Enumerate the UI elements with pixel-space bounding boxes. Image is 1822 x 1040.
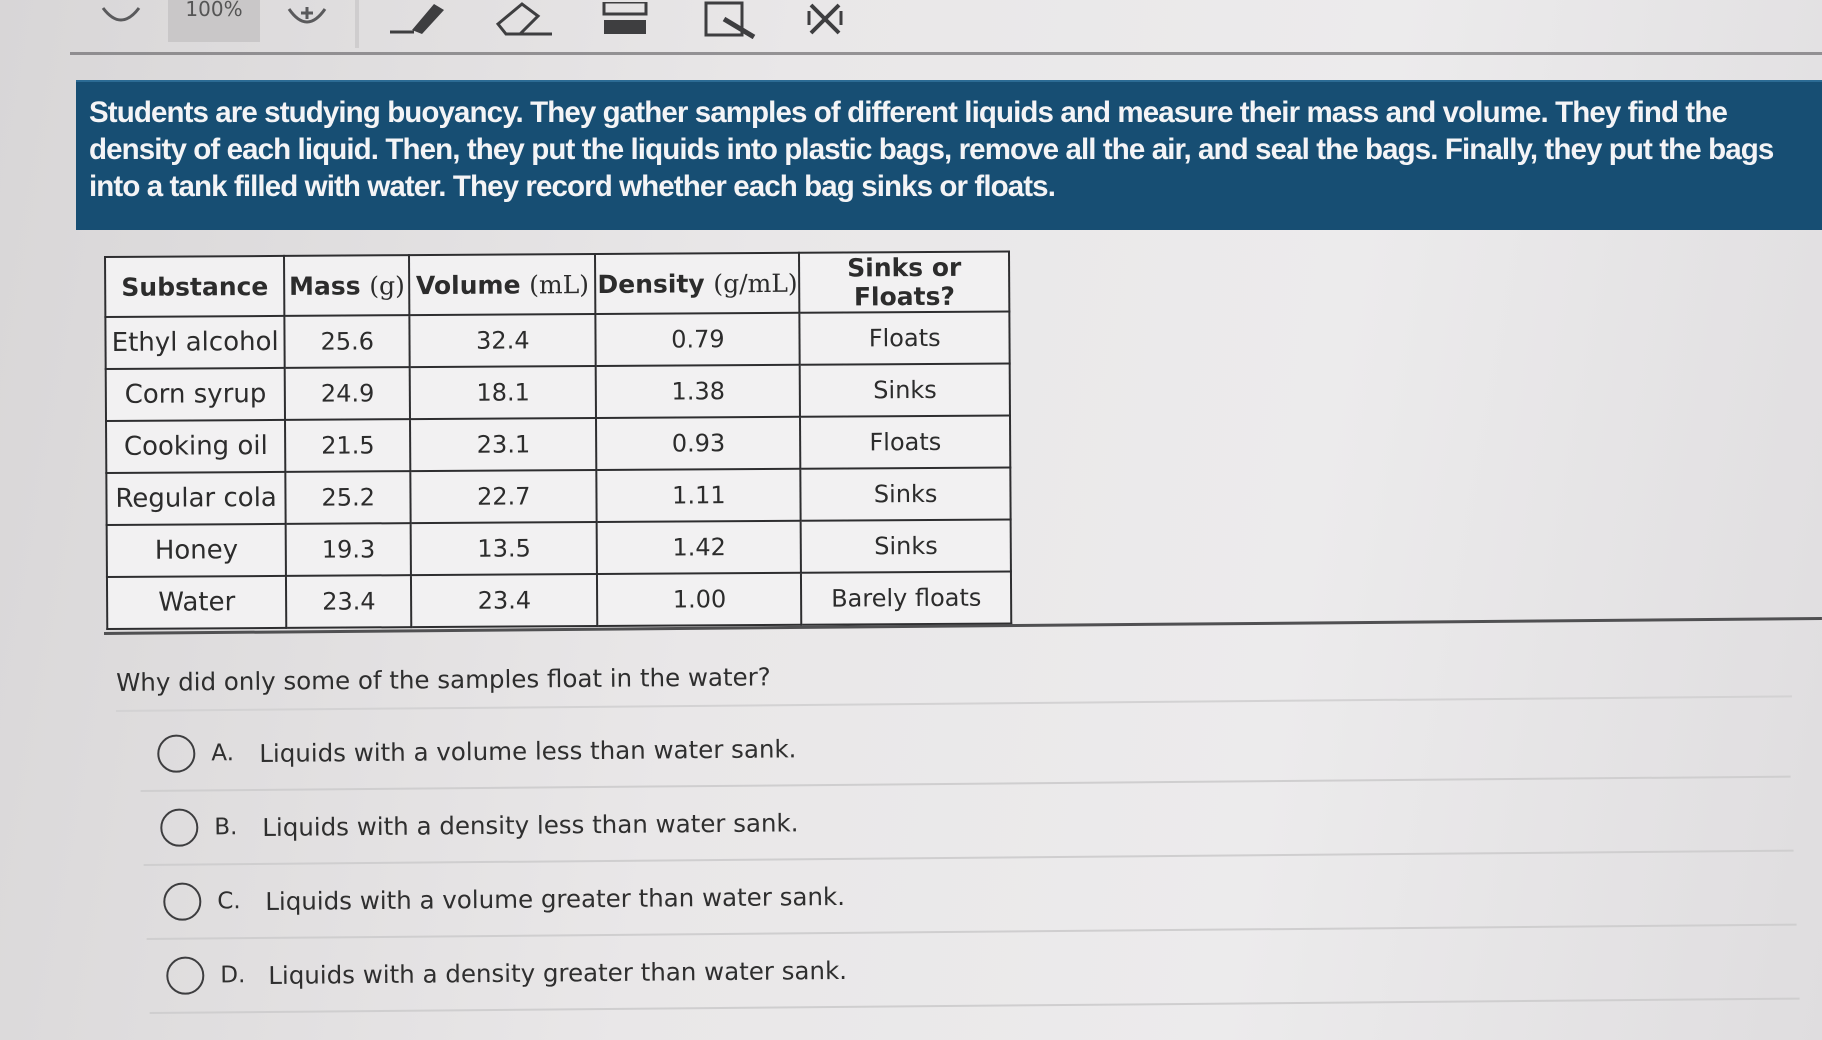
option-letter: A.: [211, 740, 235, 767]
cell-mass: 19.3: [285, 523, 412, 576]
radio-button-icon[interactable]: [157, 734, 196, 773]
speech-bubble-icon[interactable]: [96, 0, 146, 40]
table-row: Corn syrup 24.9 18.1 1.38 Sinks: [105, 363, 1010, 421]
cell-volume: 18.1: [409, 365, 597, 420]
table-row: Honey 19.3 13.5 1.42 Sinks: [106, 519, 1011, 577]
header-volume-unit: (mL): [529, 269, 590, 299]
cell-density: 1.11: [596, 468, 801, 522]
header-result: Sinks or Floats?: [799, 251, 1010, 313]
pencil-icon[interactable]: [382, 0, 452, 40]
header-density: Density (g/mL): [595, 252, 800, 314]
header-substance-label: Substance: [121, 271, 269, 302]
cell-volume: 13.5: [410, 521, 598, 576]
cell-mass: 25.2: [285, 471, 411, 524]
header-density-label: Density: [597, 268, 714, 299]
cell-result: Barely floats: [801, 571, 1012, 625]
cell-substance: Cooking oil: [106, 419, 286, 473]
cell-density: 0.79: [595, 312, 801, 366]
question-prompt: Why did only some of the samples float i…: [116, 662, 771, 697]
cell-result: Floats: [800, 415, 1011, 469]
header-mass-label: Mass: [288, 270, 370, 301]
passage-banner: Students are studying buoyancy. They gat…: [76, 80, 1822, 230]
radio-button-icon[interactable]: [163, 882, 202, 921]
header-volume-label: Volume: [415, 269, 530, 300]
cell-volume: 23.1: [410, 417, 597, 472]
cell-volume: 32.4: [409, 313, 597, 368]
cell-mass: 25.6: [284, 315, 410, 368]
answer-option-a[interactable]: A. Liquids with a volume less than water…: [140, 703, 1791, 792]
answer-option-c[interactable]: C. Liquids with a volume greater than wa…: [146, 851, 1797, 940]
option-letter: C.: [217, 888, 241, 915]
cross-out-icon[interactable]: [800, 0, 850, 40]
answer-option-b[interactable]: B. Liquids with a density less than wate…: [143, 777, 1794, 866]
table-row: Regular cola 25.2 22.7 1.11 Sinks: [106, 467, 1011, 525]
eraser-icon[interactable]: [490, 0, 560, 40]
zoom-level[interactable]: 100%: [168, 0, 260, 42]
cell-result: Floats: [799, 311, 1010, 365]
option-text: Liquids with a volume less than water sa…: [259, 733, 797, 768]
option-letter: B.: [214, 814, 238, 841]
cell-result: Sinks: [800, 519, 1011, 573]
cell-mass: 23.4: [286, 575, 412, 628]
header-volume: Volume (mL): [409, 253, 596, 316]
cell-density: 0.93: [596, 416, 801, 470]
radio-button-icon[interactable]: [160, 808, 199, 847]
toolbar: 100%: [0, 0, 1822, 58]
option-text: Liquids with a density greater than wate…: [268, 955, 848, 990]
cell-volume: 22.7: [410, 469, 598, 524]
cell-result: Sinks: [800, 363, 1010, 417]
cell-substance: Regular cola: [106, 471, 286, 525]
table-row: Cooking oil 21.5 23.1 0.93 Floats: [106, 415, 1011, 473]
cell-mass: 24.9: [285, 367, 411, 420]
cell-substance: Honey: [106, 523, 287, 577]
option-text: Liquids with a volume greater than water…: [265, 881, 846, 916]
table-row: Ethyl alcohol 25.6 32.4 0.79 Floats: [105, 311, 1010, 369]
header-mass-unit: (g): [369, 270, 405, 300]
cell-volume: 23.4: [411, 573, 598, 628]
header-substance: Substance: [105, 255, 285, 317]
toolbar-divider: [355, 0, 359, 48]
cell-substance: Water: [106, 575, 287, 629]
cell-substance: Corn syrup: [105, 367, 286, 421]
table-row: Water 23.4 23.4 1.00 Barely floats: [106, 571, 1012, 629]
header-result-label: Sinks or Floats?: [847, 252, 962, 312]
cell-density: 1.00: [597, 572, 802, 626]
cell-substance: Ethyl alcohol: [105, 315, 286, 369]
data-table: Substance Mass (g) Volume (mL) Density (…: [104, 250, 1013, 630]
cell-result: Sinks: [800, 467, 1011, 521]
option-text: Liquids with a density less than water s…: [262, 807, 799, 842]
cell-density: 1.42: [597, 520, 802, 574]
cell-density: 1.38: [596, 364, 801, 418]
header-mass: Mass (g): [284, 255, 410, 316]
toolbar-bottom-rule: [70, 52, 1822, 55]
header-density-unit: (g/mL): [713, 268, 798, 298]
cell-mass: 21.5: [285, 419, 411, 472]
passage-text: Students are studying buoyancy. They gat…: [89, 96, 1774, 203]
edit-note-icon[interactable]: [700, 0, 764, 40]
option-letter: D.: [220, 962, 246, 989]
answer-option-d[interactable]: D. Liquids with a density greater than w…: [149, 925, 1800, 1014]
table-header-row: Substance Mass (g) Volume (mL) Density (…: [105, 251, 1010, 317]
zoom-in-icon[interactable]: [282, 0, 332, 40]
radio-button-icon[interactable]: [166, 956, 205, 995]
highlighter-icon[interactable]: [598, 0, 652, 40]
